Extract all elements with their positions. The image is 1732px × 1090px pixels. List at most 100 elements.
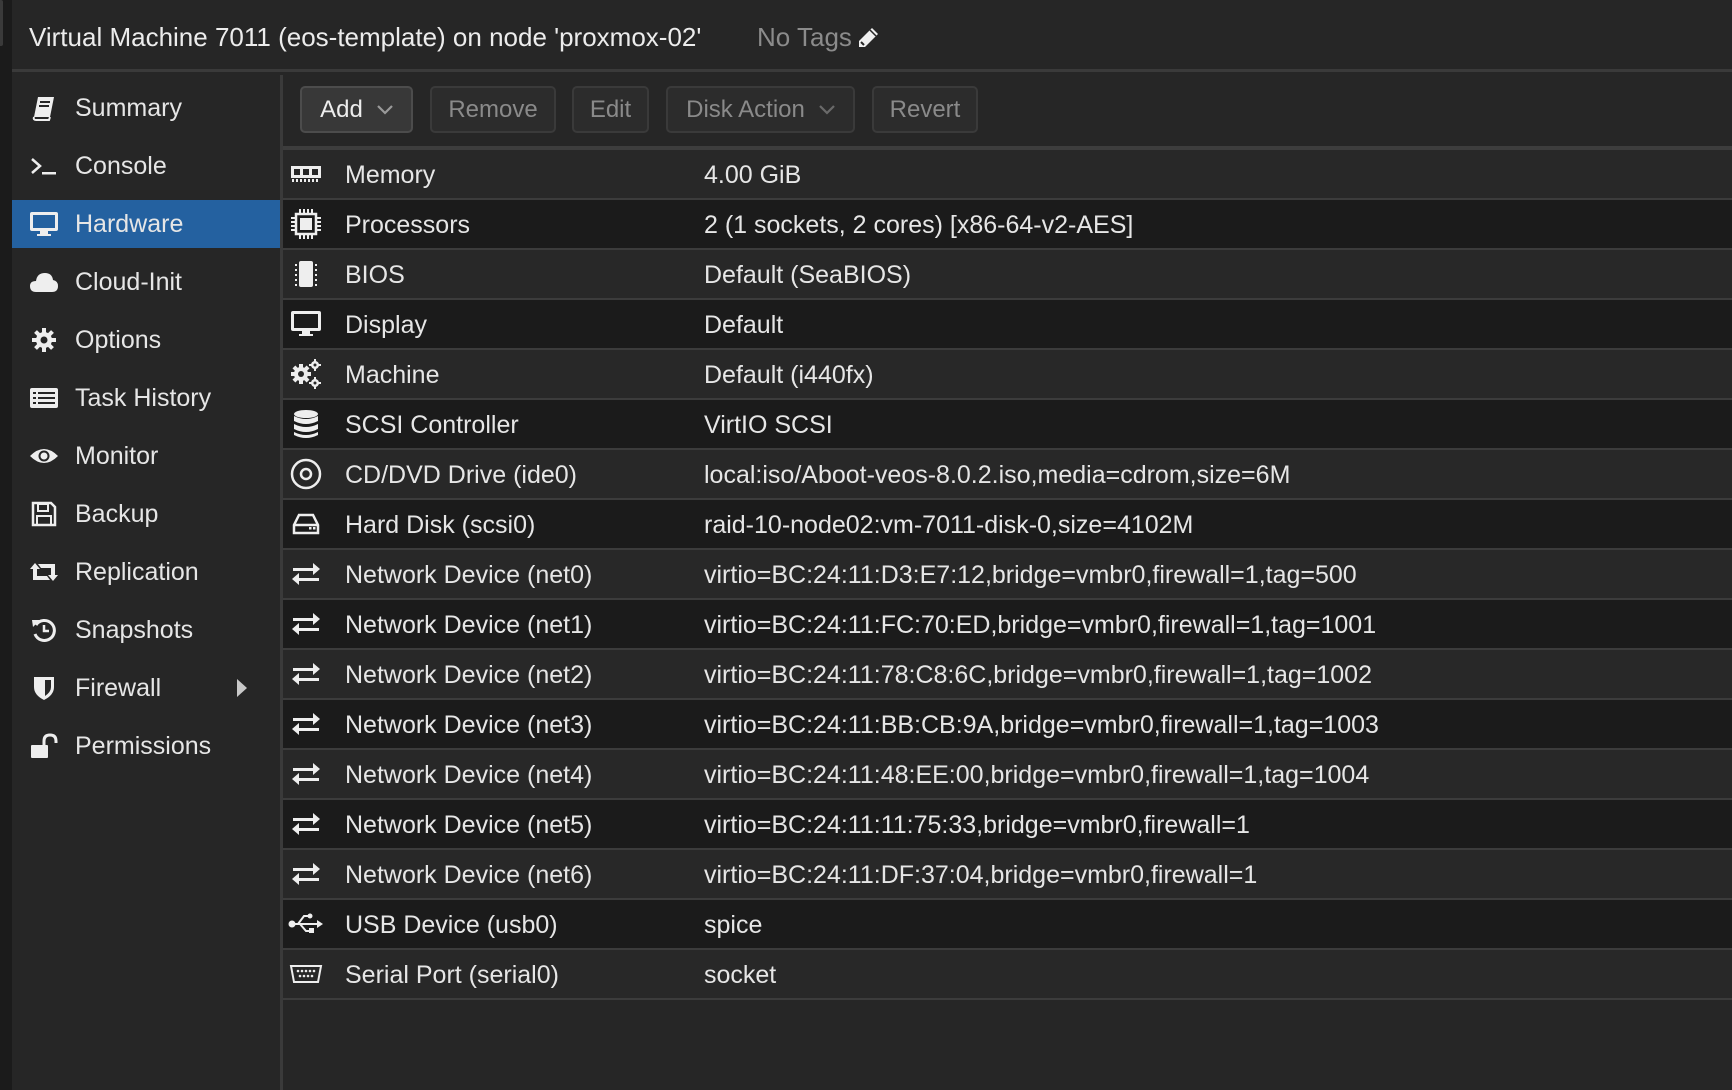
- hardware-row-name: SCSI Controller: [345, 411, 519, 439]
- sidebar-item-task-history[interactable]: Task History: [12, 374, 280, 422]
- hardware-row-value: VirtIO SCSI: [704, 411, 833, 439]
- usb-icon: [288, 908, 324, 940]
- serial-port-icon: [288, 958, 324, 990]
- hardware-row-network-device-net5[interactable]: Network Device (net5) virtio=BC:24:11:11…: [283, 800, 1732, 850]
- revert-button[interactable]: Revert: [872, 86, 978, 133]
- sidebar-item-label: Snapshots: [75, 615, 194, 644]
- page-header: Virtual Machine 7011 (eos-template) on n…: [12, 0, 1732, 72]
- add-button[interactable]: Add: [300, 86, 413, 133]
- hardware-row-serial-port-serial0[interactable]: Serial Port (serial0) socket: [283, 950, 1732, 1000]
- sidebar-item-label: Cloud-Init: [75, 267, 182, 296]
- hardware-row-value: Default: [704, 311, 784, 339]
- hardware-row-name: Network Device (net0): [345, 561, 593, 589]
- sidebar-item-hardware[interactable]: Hardware: [12, 200, 280, 248]
- hardware-row-name: Hard Disk (scsi0): [345, 511, 536, 539]
- hardware-grid: Memory 4.00 GiB Processors 2 (1 sockets,…: [283, 146, 1732, 1090]
- hardware-row-name: Machine: [345, 361, 440, 389]
- sidebar-item-label: Console: [75, 151, 167, 180]
- sidebar-item-label: Summary: [75, 93, 182, 122]
- exchange-icon: [288, 808, 324, 840]
- hardware-row-name: USB Device (usb0): [345, 911, 558, 939]
- sidebar-item-replication[interactable]: Replication: [12, 548, 280, 596]
- hardware-row-processors[interactable]: Processors 2 (1 sockets, 2 cores) [x86-6…: [283, 200, 1732, 250]
- exchange-icon: [288, 708, 324, 740]
- desktop-icon: [288, 308, 324, 340]
- sidebar-item-options[interactable]: Options: [12, 316, 280, 364]
- history-icon: [28, 614, 60, 646]
- tags-area[interactable]: No Tags: [757, 22, 880, 53]
- left-edge-strip: [0, 0, 12, 1090]
- gears-icon: [288, 358, 324, 390]
- chip-icon: [288, 258, 324, 290]
- sidebar-item-backup[interactable]: Backup: [12, 490, 280, 538]
- hardware-row-value: local:iso/Aboot-veos-8.0.2.iso,media=cdr…: [704, 461, 1291, 489]
- sidebar-nav: Summary Console Hardware Cloud-Init Opti…: [12, 75, 280, 1090]
- hardware-row-name: Serial Port (serial0): [345, 961, 559, 989]
- hardware-row-value: virtio=BC:24:11:BB:CB:9A,bridge=vmbr0,fi…: [704, 711, 1379, 739]
- chevron-down-icon: [819, 104, 835, 115]
- hardware-row-machine[interactable]: Machine Default (i440fx): [283, 350, 1732, 400]
- terminal-icon: [28, 150, 60, 182]
- expand-arrow-icon[interactable]: [236, 678, 248, 703]
- sidebar-item-snapshots[interactable]: Snapshots: [12, 606, 280, 654]
- hardware-row-name: Memory: [345, 161, 436, 189]
- hardware-row-network-device-net0[interactable]: Network Device (net0) virtio=BC:24:11:D3…: [283, 550, 1732, 600]
- hardware-row-display[interactable]: Display Default: [283, 300, 1732, 350]
- sidebar-item-label: Permissions: [75, 731, 212, 760]
- hardware-row-usb-device-usb0[interactable]: USB Device (usb0) spice: [283, 900, 1732, 950]
- hardware-row-scsi-controller[interactable]: SCSI Controller VirtIO SCSI: [283, 400, 1732, 450]
- hardware-row-value: 2 (1 sockets, 2 cores) [x86-64-v2-AES]: [704, 211, 1134, 239]
- sidebar-item-label: Options: [75, 325, 162, 354]
- hardware-row-hard-disk-scsi0[interactable]: Hard Disk (scsi0) raid-10-node02:vm-7011…: [283, 500, 1732, 550]
- hardware-row-name: Network Device (net3): [345, 711, 593, 739]
- hardware-row-value: virtio=BC:24:11:48:EE:00,bridge=vmbr0,fi…: [704, 761, 1370, 789]
- sidebar-item-label: Firewall: [75, 673, 162, 702]
- edit-button[interactable]: Edit: [572, 86, 649, 133]
- sidebar-item-permissions[interactable]: Permissions: [12, 722, 280, 770]
- remove-button[interactable]: Remove: [430, 86, 556, 133]
- hardware-row-network-device-net4[interactable]: Network Device (net4) virtio=BC:24:11:48…: [283, 750, 1732, 800]
- revert-button-label: Revert: [889, 95, 961, 123]
- disk-action-button[interactable]: Disk Action: [666, 86, 855, 133]
- hardware-row-network-device-net6[interactable]: Network Device (net6) virtio=BC:24:11:DF…: [283, 850, 1732, 900]
- sidebar-item-cloud-init[interactable]: Cloud-Init: [12, 258, 280, 306]
- list-icon: [28, 382, 60, 414]
- cdrom-icon: [288, 458, 324, 490]
- hardware-row-bios[interactable]: BIOS Default (SeaBIOS): [283, 250, 1732, 300]
- hardware-row-value: virtio=BC:24:11:DF:37:04,bridge=vmbr0,fi…: [704, 861, 1258, 889]
- exchange-icon: [288, 658, 324, 690]
- hardware-row-network-device-net2[interactable]: Network Device (net2) virtio=BC:24:11:78…: [283, 650, 1732, 700]
- tags-label: No Tags: [757, 22, 852, 52]
- sidebar-item-label: Backup: [75, 499, 159, 528]
- retweet-icon: [28, 556, 60, 588]
- eye-icon: [28, 440, 60, 472]
- exchange-icon: [288, 608, 324, 640]
- sidebar-item-firewall[interactable]: Firewall: [12, 664, 280, 712]
- hardware-row-name: Processors: [345, 211, 471, 239]
- floppy-icon: [28, 498, 60, 530]
- shield-icon: [28, 672, 60, 704]
- sidebar-item-label: Task History: [75, 383, 212, 412]
- hardware-row-value: Default (SeaBIOS): [704, 261, 912, 289]
- hardware-row-name: Network Device (net5): [345, 811, 593, 839]
- scroll-nub: [0, 0, 3, 46]
- hardware-row-cd-dvd-drive-ide0[interactable]: CD/DVD Drive (ide0) local:iso/Aboot-veos…: [283, 450, 1732, 500]
- hardware-row-value: socket: [704, 961, 777, 989]
- exchange-icon: [288, 758, 324, 790]
- hardware-row-network-device-net1[interactable]: Network Device (net1) virtio=BC:24:11:FC…: [283, 600, 1732, 650]
- chevron-down-icon: [377, 104, 393, 115]
- sidebar-item-summary[interactable]: Summary: [12, 84, 280, 132]
- remove-button-label: Remove: [448, 95, 538, 123]
- hardware-row-value: spice: [704, 911, 763, 939]
- cpu-icon: [288, 208, 324, 240]
- hardware-row-network-device-net3[interactable]: Network Device (net3) virtio=BC:24:11:BB…: [283, 700, 1732, 750]
- sidebar-item-monitor[interactable]: Monitor: [12, 432, 280, 480]
- hardware-row-name: Network Device (net1): [345, 611, 593, 639]
- sidebar-item-console[interactable]: Console: [12, 142, 280, 190]
- hardware-row-memory[interactable]: Memory 4.00 GiB: [283, 150, 1732, 200]
- pencil-icon[interactable]: [856, 26, 880, 50]
- hardware-row-name: Network Device (net2): [345, 661, 593, 689]
- exchange-icon: [288, 858, 324, 890]
- hardware-row-value: virtio=BC:24:11:FC:70:ED,bridge=vmbr0,fi…: [704, 611, 1377, 639]
- hdd-icon: [288, 508, 324, 540]
